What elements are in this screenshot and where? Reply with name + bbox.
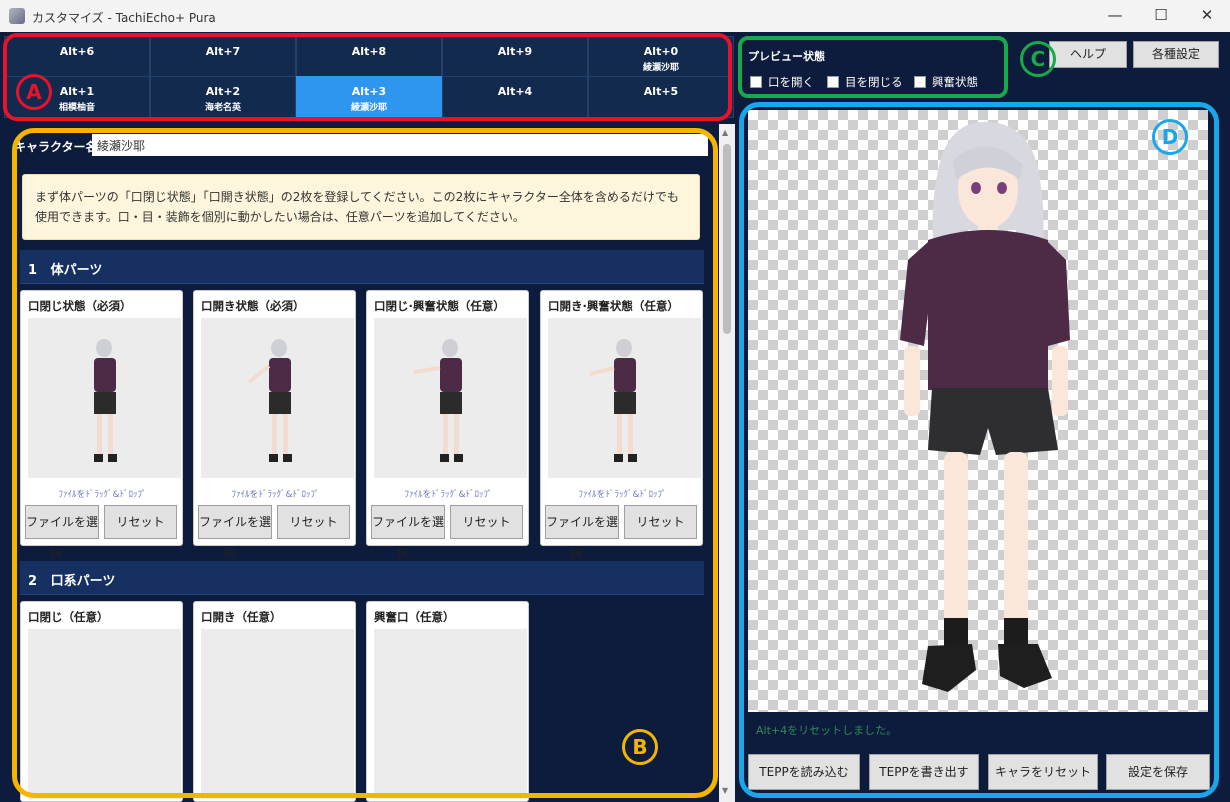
annotation-frame-b (12, 128, 718, 798)
close-button[interactable]: ✕ (1184, 0, 1230, 32)
annotation-frame-d (739, 102, 1219, 798)
app-icon (9, 8, 25, 24)
scroll-thumb[interactable] (723, 144, 731, 334)
annotation-badge-b: B (622, 729, 658, 765)
scrollbar[interactable]: ▲ ▼ (719, 124, 735, 802)
maximize-button[interactable]: ☐ (1138, 0, 1184, 32)
window-titlebar: カスタマイズ - TachiEcho+ Pura — ☐ ✕ (0, 0, 1230, 32)
help-button[interactable]: ヘルプ (1049, 41, 1127, 68)
annotation-frame-a (3, 33, 732, 121)
annotation-frame-c (738, 36, 1008, 98)
scroll-up-icon[interactable]: ▲ (722, 128, 728, 137)
settings-button[interactable]: 各種設定 (1133, 41, 1219, 68)
annotation-badge-a: A (16, 74, 52, 110)
window-title: カスタマイズ - TachiEcho+ Pura (32, 11, 216, 25)
scroll-down-icon[interactable]: ▼ (722, 786, 728, 795)
minimize-button[interactable]: — (1092, 0, 1138, 32)
annotation-badge-d: D (1152, 119, 1188, 155)
annotation-badge-c: C (1020, 41, 1056, 77)
